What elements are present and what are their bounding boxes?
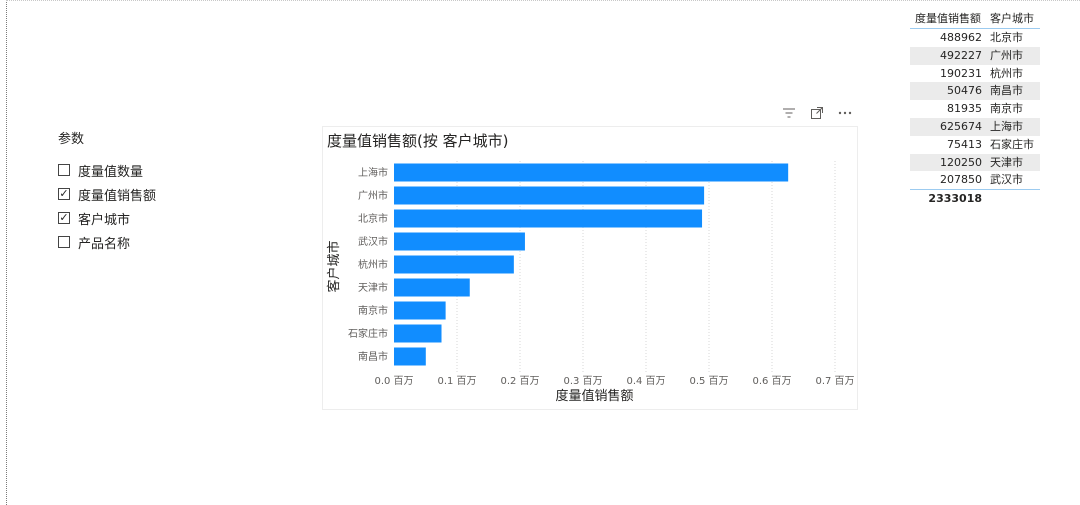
cell-sales: 120250 [940,155,982,169]
y-tick-label: 北京市 [358,212,388,225]
bar[interactable] [394,255,514,274]
bar-chart: 0.0 百万 0.1 百万 0.2 百万 0.3 百万 0.4 百万 0.5 百万 0.6 … [326,161,855,404]
x-tick-label: 0.6 百万 [752,375,791,387]
cell-sales: 190231 [940,66,982,80]
x-tick-label: 0.3 百万 [563,375,602,387]
cell-sales: 492227 [940,48,982,62]
cell-city: 南京市 [990,102,1023,116]
y-tick-label: 南京市 [358,304,388,317]
table-row: 207850 武汉市 [910,171,1040,189]
canvas-edge [6,0,7,505]
bar[interactable] [394,347,426,366]
y-tick-label: 上海市 [358,166,388,179]
cell-city: 武汉市 [990,173,1023,187]
bar[interactable] [394,324,442,343]
bar[interactable] [394,209,703,228]
slicer-item[interactable]: ✓ 客户城市 [58,206,258,230]
cell-sales: 81935 [947,102,982,116]
cell-city: 天津市 [990,155,1023,169]
column-header-city[interactable]: 客户城市 [986,10,1040,26]
cell-sales: 75413 [947,137,982,151]
slicer-item[interactable]: 产品名称 [58,230,258,254]
x-axis-title: 度量值销售额 [555,388,633,404]
cell-sales: 488962 [940,31,982,44]
cell-sales: 50476 [947,84,982,98]
table-row: 625674 上海市 [910,117,1040,136]
y-axis-title: 客户城市 [326,240,342,292]
slicer-item-label: 客户城市 [78,212,131,228]
table-row: 492227 广州市 [910,46,1040,65]
bar-chart-visual[interactable]: 度量值销售额(按 客户城市) 0.0 百万 0.1 百万 0.2 百万 0.3 百万 0… [322,126,858,410]
checkbox-unchecked[interactable] [58,164,70,176]
slicer-item[interactable]: 度量值数量 [58,158,258,182]
slicer-items: 度量值数量 ✓ 度量值销售额 ✓ 客户城市产品名称 [58,158,258,254]
y-tick-label: 南昌市 [358,350,388,363]
cell-sales: 625674 [940,119,982,133]
y-tick-label: 天津市 [358,281,388,294]
slicer-item-label: 度量值数量 [78,164,144,180]
cell-city: 上海市 [990,119,1023,133]
table-row: 75413 石家庄市 [910,136,1040,154]
x-tick-label: 0.2 百万 [500,375,539,387]
table-row: 190231 杭州市 [910,65,1040,83]
slicer-item-label: 度量值销售额 [78,188,157,204]
x-tick-label: 0.5 百万 [689,375,728,387]
slicer-item-label: 产品名称 [78,236,131,252]
data-table: 度量值销售额 客户城市 488962 北京市 492227 广州市 190231 杭州市 5… [910,4,1040,208]
y-tick-label: 武汉市 [358,235,388,248]
y-tick-label: 杭州市 [358,258,388,271]
filter-icon[interactable] [780,104,798,122]
y-tick-label: 石家庄市 [348,327,388,340]
column-header-sales[interactable]: 度量值销售额 [910,10,986,26]
y-tick-label: 广州市 [358,189,388,202]
table-header: 度量值销售额 客户城市 [910,4,1040,29]
cell-sales: 207850 [940,173,982,187]
bar[interactable] [394,186,705,205]
bar[interactable] [394,301,446,320]
slicer-item[interactable]: ✓ 度量值销售额 [58,182,258,206]
table-total-row: 2333018 [910,189,1040,208]
more-options-icon[interactable] [836,104,854,122]
checkbox-checked[interactable]: ✓ [58,212,70,224]
table-body: 488962 北京市 492227 广州市 190231 杭州市 50476 南昌市 81935… [910,29,1040,189]
cell-city: 南昌市 [990,84,1023,98]
x-tick-label: 0.4 百万 [626,375,665,387]
table-row: 488962 北京市 [910,29,1040,47]
cell-city: 杭州市 [990,66,1023,80]
x-tick-label: 0.7 百万 [815,375,854,387]
table-total-value: 2333018 [928,192,982,206]
table-row: 120250 天津市 [910,153,1040,172]
focus-mode-icon[interactable] [808,104,826,122]
x-tick-label: 0.0 百万 [374,375,413,387]
cell-city: 广州市 [990,48,1023,62]
cell-city: 石家庄市 [990,137,1034,151]
cell-city: 北京市 [990,31,1023,44]
bar[interactable] [394,232,525,251]
slicer-title: 参数 [58,132,85,147]
parameter-slicer: 参数 度量值数量 ✓ 度量值销售额 ✓ 客户城市产品名称 [58,132,258,254]
chart-header-icons [780,104,854,122]
x-tick-label: 0.1 百万 [437,375,476,387]
canvas-top-edge [6,0,1080,2]
checkbox-checked[interactable]: ✓ [58,188,70,200]
checkbox-unchecked[interactable] [58,236,70,248]
bar[interactable] [394,278,470,297]
table-row: 81935 南京市 [910,100,1040,118]
table-row: 50476 南昌市 [910,82,1040,101]
bar[interactable] [394,163,789,182]
